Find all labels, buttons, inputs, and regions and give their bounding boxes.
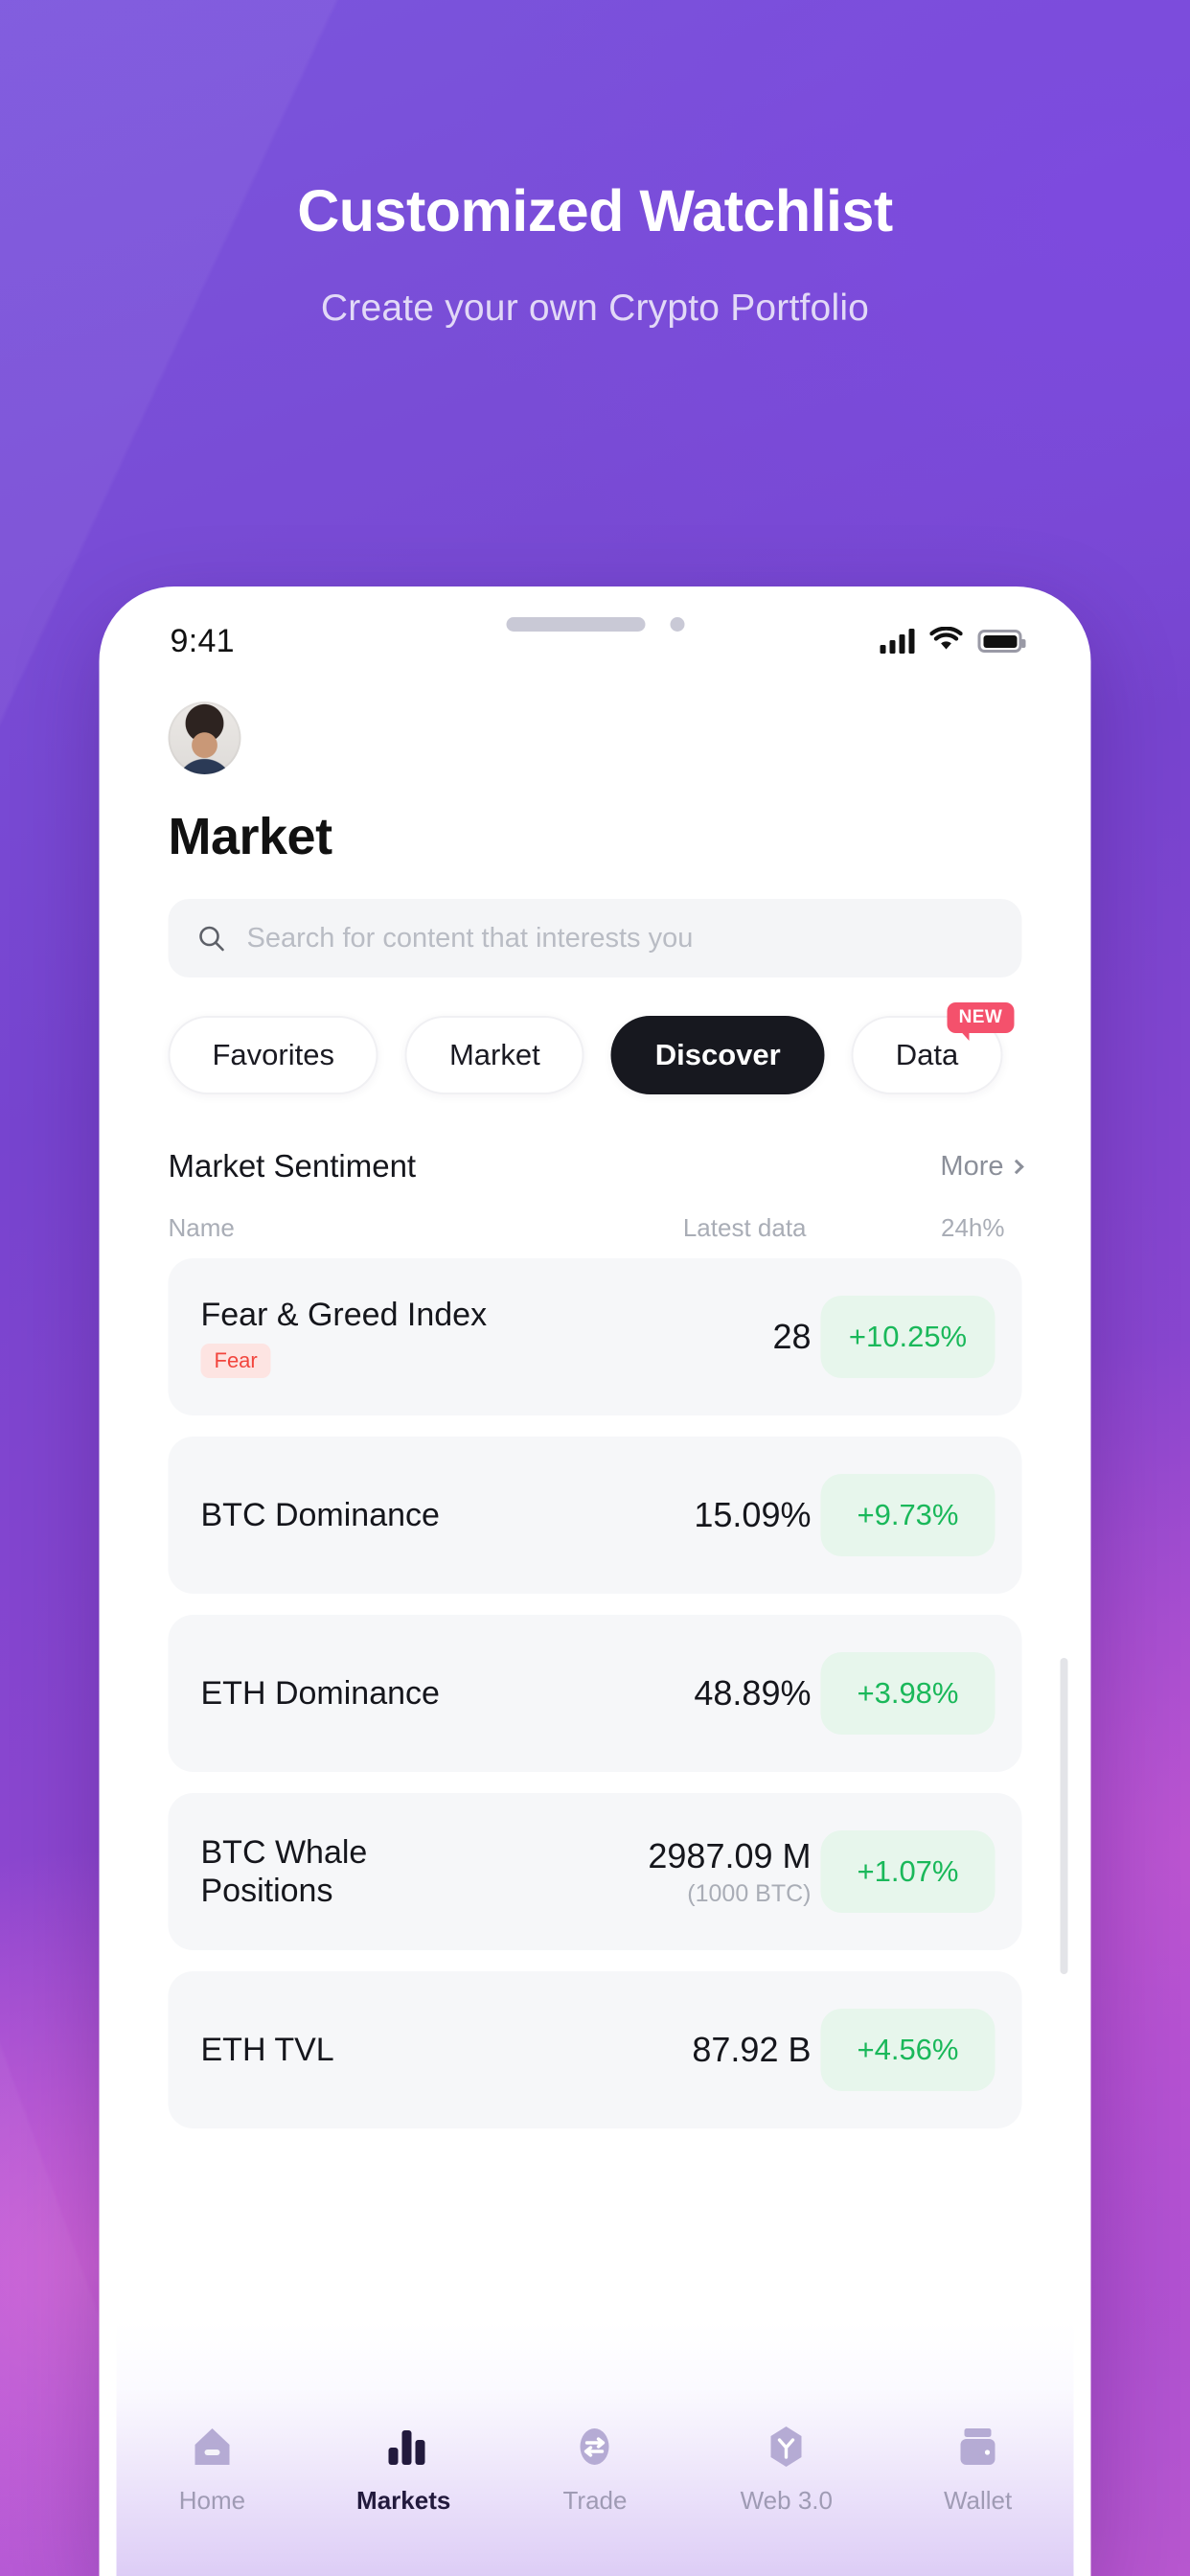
row-value-cell: 48.89% [582,1673,821,1714]
row-name-cell: ETH Dominance [201,1674,582,1713]
tab-discover-label: Discover [654,1038,781,1071]
row-name-cell: Fear & Greed Index Fear [200,1296,582,1379]
page-title: Market [168,808,333,865]
row-value: 48.89% [694,1673,812,1713]
row-value-sublabel: (1000 BTC) [687,1879,812,1907]
search-bar[interactable]: Search for content that interests you [168,899,1022,978]
table-column-headers: Name Latest data 24h% [169,1213,1022,1243]
tab-discover[interactable]: Discover [610,1016,825,1094]
table-row[interactable]: BTC Whale Positions 2987.09 M (1000 BTC)… [168,1793,1022,1950]
row-title: ETH TVL [200,2031,334,2068]
row-title: BTC Whale Positions [200,1833,368,1909]
phone-mockup: 9:41 Market Search for content that inte… [99,586,1091,2576]
row-change: +3.98% [820,1652,995,1735]
column-header-change: 24h% [941,1213,1005,1242]
wallet-icon [953,2421,1003,2471]
row-title: BTC Dominance [200,1496,440,1533]
row-change: +4.56% [820,2009,995,2091]
tab-data[interactable]: Data NEW [851,1002,1015,1094]
row-value-cell: 2987.09 M (1000 BTC) [582,1836,821,1908]
tab-market-label: Market [448,1038,540,1071]
tab-market[interactable]: Market [404,1016,584,1094]
market-sentiment-list: Fear & Greed Index Fear 28 +10.25% BTC D… [168,1258,1022,2128]
bar-chart-icon [378,2421,428,2471]
hexagon-y-icon [762,2421,812,2471]
promo-copy: Customized Watchlist Create your own Cry… [0,0,1190,330]
row-value: 87.92 B [692,2030,812,2069]
nav-item-home-label: Home [178,2486,246,2515]
bottom-navigation: Home Markets Trade Web 3.0 Wallet [116,2388,1074,2576]
row-value-cell: 28 [582,1317,821,1357]
tab-data-label: Data [895,1038,959,1071]
tabbar-fade [116,2321,1074,2388]
app-content: Market Search for content that interests… [117,702,1074,2128]
scrollbar[interactable] [1060,1658,1068,1974]
avatar[interactable] [168,702,241,774]
row-title: Fear & Greed Index [200,1296,488,1333]
more-link[interactable]: More [940,1150,1024,1183]
home-icon [187,2421,237,2471]
column-header-latest: Latest data [682,1213,807,1242]
nav-item-web3-label: Web 3.0 [740,2486,833,2515]
wifi-icon [929,626,963,656]
nav-item-trade-label: Trade [562,2486,628,2515]
table-row[interactable]: ETH TVL 87.92 B +4.56% [168,1971,1022,2128]
row-value: 2987.09 M [648,1835,812,1875]
row-name-cell: ETH TVL [201,2031,582,2069]
nav-item-wallet-label: Wallet [943,2486,1013,2515]
section-title: Market Sentiment [168,1148,417,1184]
row-name-cell: BTC Dominance [201,1496,582,1534]
status-badge: Fear [200,1344,271,1379]
battery-icon [977,630,1026,653]
status-bar: 9:41 [117,604,1074,678]
row-value-cell: 87.92 B [582,2030,821,2070]
nav-item-home[interactable]: Home [117,2421,309,2516]
row-value: 15.09% [694,1495,812,1534]
cellular-signal-icon [880,629,915,654]
promo-headline: Customized Watchlist [297,178,893,243]
row-value-cell: 15.09% [582,1495,821,1535]
swap-icon [570,2421,620,2471]
nav-item-markets-label: Markets [356,2486,451,2515]
front-camera-icon [670,617,684,632]
category-tabs: Favorites Market Discover Data NEW [168,1002,1074,1094]
nav-item-markets[interactable]: Markets [308,2421,499,2516]
search-icon [197,924,226,953]
table-row[interactable]: BTC Dominance 15.09% +9.73% [168,1437,1022,1594]
row-value: 28 [772,1317,812,1356]
table-row[interactable]: ETH Dominance 48.89% +3.98% [168,1615,1022,1772]
row-name-cell: BTC Whale Positions [201,1833,582,1910]
nav-item-web3[interactable]: Web 3.0 [691,2421,882,2516]
row-change: +1.07% [820,1830,995,1913]
new-badge: NEW [947,1002,1015,1041]
status-icons [880,626,1026,656]
column-header-name: Name [168,1213,235,1242]
nav-item-trade[interactable]: Trade [499,2421,691,2516]
more-label: More [940,1150,1004,1182]
tab-favorites-label: Favorites [212,1038,334,1071]
row-change: +9.73% [820,1474,995,1556]
tab-favorites[interactable]: Favorites [168,1016,378,1094]
nav-item-wallet[interactable]: Wallet [882,2421,1074,2516]
section-header: Market Sentiment More [168,1148,1024,1184]
status-time: 9:41 [170,622,235,659]
speaker-pill-icon [506,617,645,632]
row-title: ETH Dominance [200,1674,440,1712]
search-input-placeholder[interactable]: Search for content that interests you [247,923,694,954]
chevron-right-icon [1009,1159,1024,1174]
table-row[interactable]: Fear & Greed Index Fear 28 +10.25% [168,1258,1022,1415]
phone-screen: 9:41 Market Search for content that inte… [116,604,1074,2576]
row-change: +10.25% [820,1296,995,1378]
notch-area [506,617,684,632]
promo-subheadline: Create your own Crypto Portfolio [320,288,870,330]
